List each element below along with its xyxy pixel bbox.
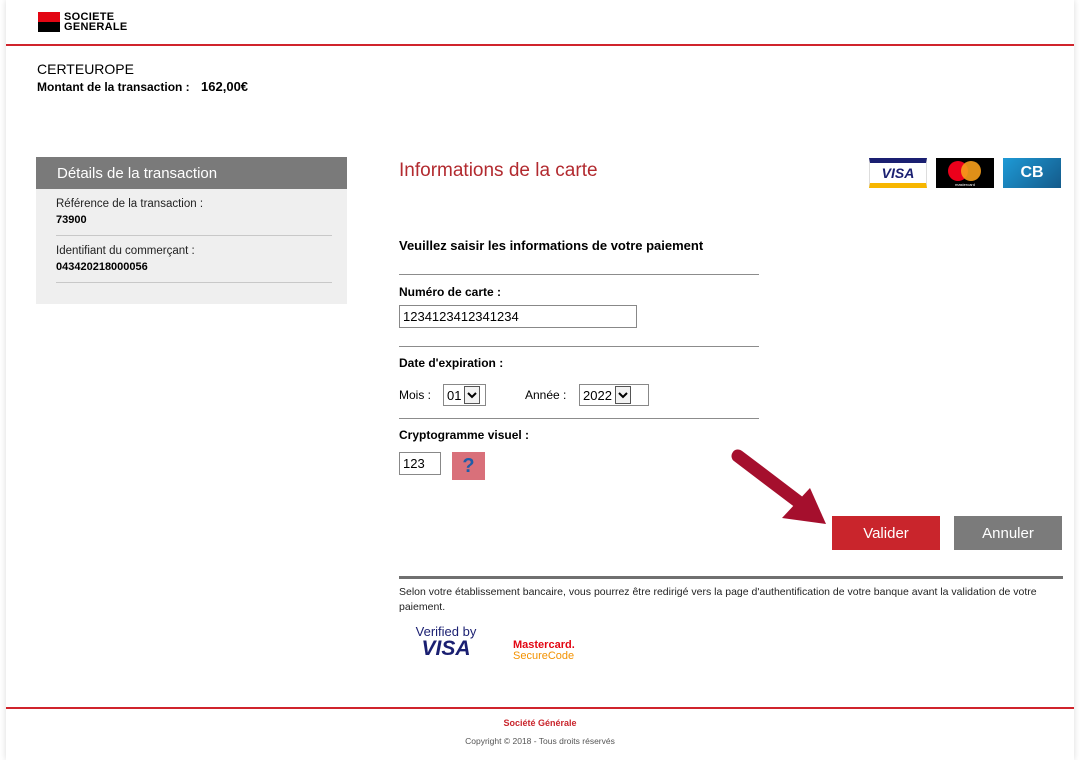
detail-label: Référence de la transaction : <box>56 198 204 210</box>
verified-by-visa-logo: Verified by VISA <box>411 624 481 659</box>
month-value: 01 <box>447 387 462 403</box>
year-select[interactable]: 2022 <box>579 384 649 406</box>
amount-value: 162,00€ <box>201 79 249 94</box>
vbv-line2: VISA <box>421 637 471 660</box>
transaction-amount: Montant de la transaction : 162,00€ <box>37 79 248 94</box>
card-number-input[interactable] <box>399 305 637 328</box>
month-label: Mois : <box>399 388 432 402</box>
detail-value: 73900 <box>56 214 87 226</box>
divider <box>399 274 759 275</box>
cb-logo-text: CB <box>1020 164 1044 181</box>
mastercard-logo-text: mastercard <box>954 182 975 187</box>
year-value: 2022 <box>583 387 612 403</box>
cvv-label: Cryptogramme visuel : <box>399 428 530 442</box>
card-info-title: Informations de la carte <box>399 160 598 181</box>
logo-mark-icon <box>38 12 60 32</box>
card-brands: VISA mastercard CB <box>869 158 1061 188</box>
arrow-pointer-icon <box>731 449 826 524</box>
validate-button[interactable]: Valider <box>832 516 940 550</box>
chevron-down-icon[interactable] <box>614 386 631 404</box>
year-label: Année : <box>525 388 567 402</box>
footer-copyright: Copyright © 2018 - Tous droits réservés <box>465 736 615 746</box>
merchant-name: CERTEUROPE <box>37 61 134 77</box>
cvv-input[interactable] <box>399 452 441 475</box>
detail-label: Identifiant du commerçant : <box>56 245 195 257</box>
expiry-label: Date d'expiration : <box>399 356 504 370</box>
amount-label: Montant de la transaction : <box>37 80 190 94</box>
cvv-help-button[interactable]: ? <box>452 452 485 480</box>
visa-logo-text: VISA <box>881 165 915 181</box>
footer-divider <box>6 707 1074 709</box>
logo-text: SOCIETE GENERALE <box>64 12 128 33</box>
mastercard-securecode-logo: Mastercard. SecureCode <box>513 640 575 662</box>
divider <box>399 576 1063 579</box>
societe-generale-logo: SOCIETE GENERALE <box>38 12 128 33</box>
detail-value: 043420218000056 <box>56 261 148 273</box>
detail-row-merchant-id: Identifiant du commerçant : 043420218000… <box>56 236 332 283</box>
visa-logo-icon: VISA <box>869 158 927 188</box>
cancel-button[interactable]: Annuler <box>954 516 1062 550</box>
footer-brand: Société Générale <box>503 718 577 728</box>
redirect-notice: Selon votre établissement bancaire, vous… <box>399 586 1037 613</box>
payment-page: SOCIETE GENERALE CERTEUROPE Montant de l… <box>6 0 1074 760</box>
chevron-down-icon[interactable] <box>464 386 481 404</box>
detail-row-reference: Référence de la transaction : 73900 <box>56 189 332 236</box>
transaction-details-panel: Détails de la transaction Référence de l… <box>36 157 347 304</box>
card-number-label: Numéro de carte : <box>399 285 502 299</box>
form-prompt: Veuillez saisir les informations de votr… <box>399 238 704 253</box>
mcsc-line2: SecureCode <box>513 650 575 662</box>
divider <box>399 346 759 347</box>
header: SOCIETE GENERALE <box>6 0 1074 46</box>
divider <box>399 418 759 419</box>
mastercard-logo-icon: mastercard <box>936 158 994 188</box>
month-select[interactable]: 01 <box>443 384 486 406</box>
logo-line2: GENERALE <box>64 21 128 33</box>
cb-logo-icon: CB <box>1003 158 1061 188</box>
details-title: Détails de la transaction <box>36 157 347 189</box>
